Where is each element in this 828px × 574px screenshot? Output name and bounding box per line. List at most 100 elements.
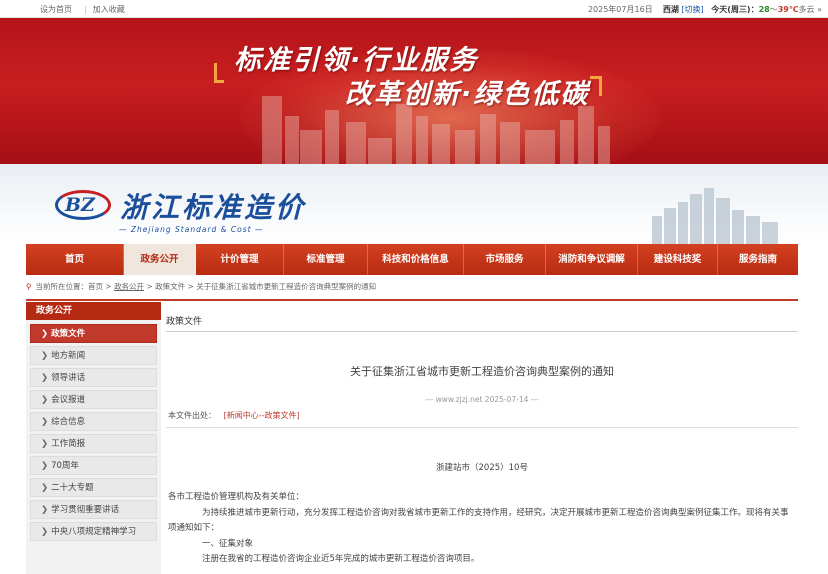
sidebar-item-leader-speeches[interactable]: ❯ 领导讲话 <box>30 368 157 387</box>
breadcrumb-home[interactable]: 首页 <box>88 282 103 291</box>
nav-fire-dispute[interactable]: 消防和争议调解 <box>546 244 638 275</box>
sidebar-item-label: 学习贯彻重要讲话 <box>51 505 120 515</box>
temp-low: 28 <box>758 5 770 14</box>
weather-prefix: 今天(周三)： <box>711 5 759 14</box>
skyline-building <box>690 194 702 244</box>
sidebar-item-meeting-reports[interactable]: ❯ 会议报道 <box>30 390 157 409</box>
add-favorite-link[interactable]: 加入收藏 <box>93 5 125 14</box>
skyline-building <box>678 202 688 244</box>
slogan-decoration <box>590 76 602 96</box>
sidebar-item-eight-rules-study[interactable]: ❯ 中央八项规定精神学习 <box>30 522 157 541</box>
breadcrumb: ⚲ 当前所在位置：首页 > 政务公开 > 政策文件 > 关于征集浙江省城市更新工程… <box>26 281 798 297</box>
nav-home[interactable]: 首页 <box>26 244 124 275</box>
skyline-building <box>560 120 574 164</box>
article-paragraph: 注册在我省的工程造价咨询企业近5年完成的城市更新工程造价咨询项目。 <box>202 554 480 564</box>
article-title: 关于征集浙江省城市更新工程造价咨询典型案例的通知 <box>350 365 614 378</box>
temp-high: 39℃ <box>777 5 799 14</box>
sidebar-item-speech-study[interactable]: ❯ 学习贯彻重要讲话 <box>30 500 157 519</box>
nav-label: 科技和价格信息 <box>382 254 449 265</box>
temp-separator: ～ <box>769 5 778 14</box>
breadcrumb-level1[interactable]: 政务公开 <box>114 282 144 291</box>
date-weather: 2025年07月16日 西湖 [切换] 今天(周三)：28～39℃多云 » <box>588 4 822 15</box>
breadcrumb-sep: > <box>144 282 156 291</box>
set-homepage-link[interactable]: 设为首页 <box>40 5 72 14</box>
source-label: 本文件出处： <box>168 411 216 420</box>
breadcrumb-prefix: 当前所在位置： <box>35 282 89 291</box>
article-panel: 政策文件 关于征集浙江省城市更新工程造价咨询典型案例的通知 --- www.zj… <box>166 302 798 574</box>
site-header: BZ 浙江标准造价 — Zhejiang Standard & Cost — <box>0 164 828 244</box>
sidebar-item-label: 会议报道 <box>51 395 86 405</box>
article-subheading: 一、征集对象 <box>202 538 254 549</box>
sidebar: 政务公开 ❯ 政策文件 ❯ 地方新闻 ❯ 领导讲话 ❯ 会议报道 ❯ 综合信息 ❯ 工作简报… <box>26 302 161 574</box>
breadcrumb-current: 关于征集浙江省城市更新工程造价咨询典型案例的通知 <box>196 282 377 291</box>
nav-service-guide[interactable]: 服务指南 <box>718 244 798 275</box>
chevron-right-icon: ❯ <box>41 351 49 361</box>
nav-market-service[interactable]: 市场服务 <box>464 244 546 275</box>
chevron-right-icon: ❯ <box>41 483 49 493</box>
sidebar-list: ❯ 政策文件 ❯ 地方新闻 ❯ 领导讲话 ❯ 会议报道 ❯ 综合信息 ❯ 工作简报 ❯ 70周… <box>26 320 161 541</box>
sidebar-item-policy-docs[interactable]: ❯ 政策文件 <box>30 324 157 343</box>
skyline-building <box>664 208 676 244</box>
site-logo[interactable]: BZ <box>55 188 111 222</box>
section-divider <box>166 331 798 332</box>
sidebar-item-20th-congress[interactable]: ❯ 二十大专题 <box>30 478 157 497</box>
skyline-building <box>285 116 299 164</box>
banner-slogan-2: 改革创新·绿色低碳 <box>345 79 590 110</box>
skyline-building <box>396 104 412 164</box>
skyline-building <box>432 124 450 164</box>
weather-more-link[interactable]: » <box>817 5 822 14</box>
sidebar-item-label: 领导讲话 <box>51 373 86 383</box>
chevron-right-icon: ❯ <box>41 417 49 427</box>
skyline-building <box>368 138 392 164</box>
main-nav: 首页 政务公开 计价管理 标准管理 科技和价格信息 市场服务 消防和争议调解 建… <box>26 244 798 275</box>
nav-label: 标准管理 <box>306 254 345 265</box>
sidebar-item-work-briefs[interactable]: ❯ 工作简报 <box>30 434 157 453</box>
nav-label: 首页 <box>64 254 84 265</box>
skyline-building <box>578 106 594 164</box>
chevron-right-icon: ❯ <box>41 329 49 339</box>
nav-label: 计价管理 <box>220 254 259 265</box>
breadcrumb-sep: > <box>103 282 115 291</box>
chevron-right-icon: ❯ <box>41 505 49 515</box>
skyline-building <box>346 122 366 164</box>
document-number: 浙建站市（2025）10号 <box>436 463 528 473</box>
sidebar-item-label: 中央八项规定精神学习 <box>51 527 137 537</box>
skyline-building <box>325 110 339 164</box>
switch-city-link[interactable]: [切换] <box>681 5 703 14</box>
nav-standard-management[interactable]: 标准管理 <box>284 244 368 275</box>
sidebar-item-label: 地方新闻 <box>51 351 86 361</box>
nav-government-affairs[interactable]: 政务公开 <box>124 244 196 275</box>
nav-label: 服务指南 <box>738 254 777 265</box>
nav-label: 建设科技奖 <box>653 254 702 265</box>
skyline-building <box>480 114 496 164</box>
sidebar-item-local-news[interactable]: ❯ 地方新闻 <box>30 346 157 365</box>
sidebar-item-label: 二十大专题 <box>51 483 94 493</box>
sidebar-item-70th-anniversary[interactable]: ❯ 70周年 <box>30 456 157 475</box>
article-meta: --- www.zjzj.net 2025-07-14 --- <box>425 395 539 404</box>
breadcrumb-level2[interactable]: 政策文件 <box>155 282 185 291</box>
nav-construction-award[interactable]: 建设科技奖 <box>638 244 718 275</box>
skyline-building <box>262 96 282 164</box>
current-date: 2025年07月16日 <box>587 5 653 14</box>
sidebar-item-general-info[interactable]: ❯ 综合信息 <box>30 412 157 431</box>
sidebar-item-label: 综合信息 <box>51 417 86 427</box>
skyline-building <box>500 122 520 164</box>
nav-pricing-management[interactable]: 计价管理 <box>196 244 284 275</box>
skyline-building <box>416 116 428 164</box>
skyline-building <box>652 216 662 244</box>
site-name: 浙江标准造价 <box>120 191 307 224</box>
skyline-building <box>704 188 714 244</box>
skyline-building <box>598 126 610 164</box>
location-pin-icon: ⚲ <box>26 282 32 291</box>
chevron-right-icon: ❯ <box>41 395 49 405</box>
slogan-decoration <box>214 63 224 83</box>
sidebar-item-label: 工作简报 <box>51 439 86 449</box>
source-link[interactable]: [新闻中心--政策文件] <box>224 411 300 420</box>
logo-mark-text: BZ <box>65 194 95 216</box>
sidebar-item-label: 政策文件 <box>51 329 86 339</box>
top-links: 设为首页 | 加入收藏 <box>40 4 131 15</box>
skyline-building <box>762 222 778 244</box>
skyline-building <box>455 130 475 164</box>
skyline-building <box>716 198 730 244</box>
nav-tech-price-info[interactable]: 科技和价格信息 <box>368 244 464 275</box>
